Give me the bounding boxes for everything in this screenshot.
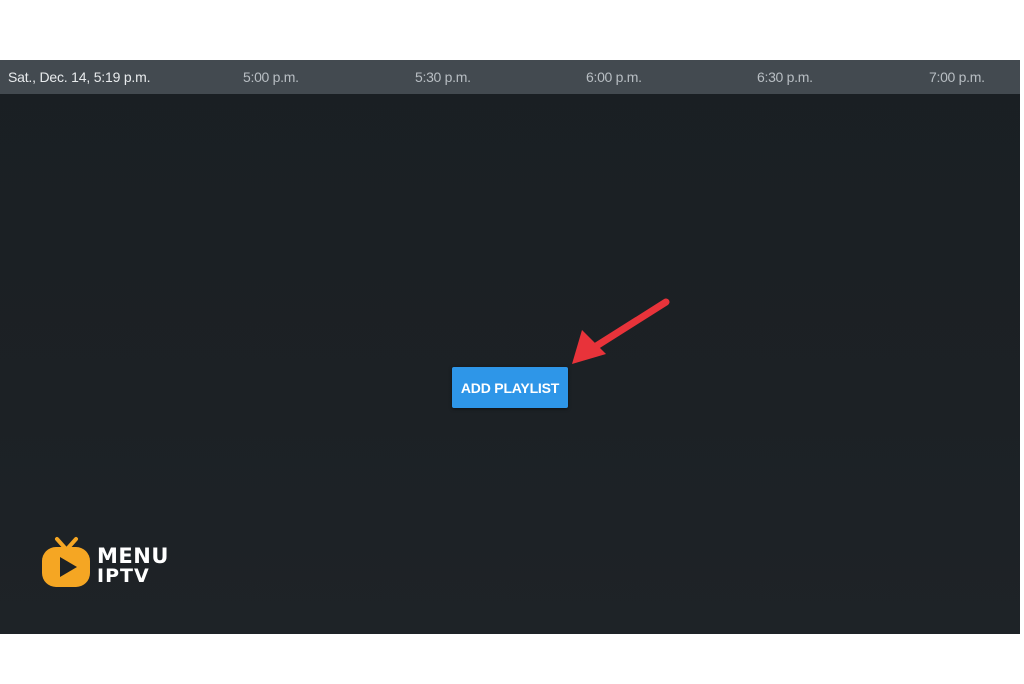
time-slot: 5:30 p.m. xyxy=(415,69,471,85)
add-playlist-button[interactable]: ADD PLAYLIST xyxy=(452,367,568,408)
time-slot: 7:00 p.m. xyxy=(929,69,985,85)
time-slot: 6:30 p.m. xyxy=(757,69,813,85)
red-arrow-icon xyxy=(572,298,670,364)
logo-text-iptv: IPTV xyxy=(97,565,150,587)
menu-iptv-logo: MENU IPTV xyxy=(40,536,180,592)
time-slot: 6:00 p.m. xyxy=(586,69,642,85)
timeline-header: Sat., Dec. 14, 5:19 p.m. 5:00 p.m. 5:30 … xyxy=(0,60,1020,94)
epg-screen: Sat., Dec. 14, 5:19 p.m. 5:00 p.m. 5:30 … xyxy=(0,60,1020,634)
logo-text-menu: MENU xyxy=(97,544,169,568)
tv-play-icon xyxy=(42,537,90,587)
time-slot: 5:00 p.m. xyxy=(243,69,299,85)
current-datetime: Sat., Dec. 14, 5:19 p.m. xyxy=(8,69,151,85)
